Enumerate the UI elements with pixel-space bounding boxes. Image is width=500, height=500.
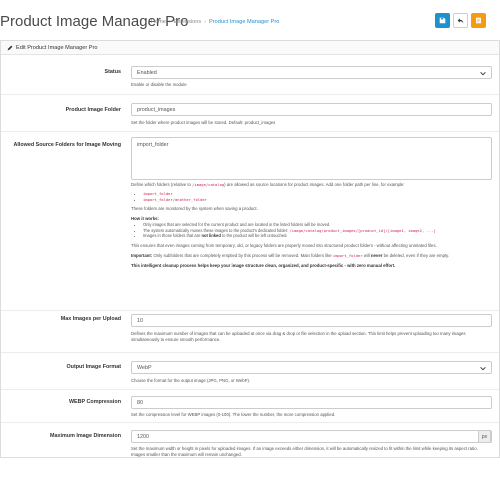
breadcrumb-home[interactable]: Home [151, 19, 166, 25]
breadcrumb-extensions[interactable]: Extensions [174, 19, 201, 25]
back-button[interactable] [453, 13, 468, 28]
settings-panel: Edit Product Image Manager Pro Status En… [0, 40, 500, 458]
export-icon [476, 17, 481, 24]
status-select[interactable]: Enabled [131, 66, 492, 79]
webp-input[interactable]: 80 [131, 396, 492, 409]
sources-value: import_folder [137, 142, 169, 148]
status-label: Status [104, 69, 121, 75]
breadcrumb-current[interactable]: Product Image Manager Pro [209, 19, 279, 25]
max-images-row: Max Images per Upload 10 Defines the max… [1, 311, 499, 353]
webp-label: WEBP Compression [68, 399, 121, 405]
format-label: Output Image Format [66, 364, 121, 370]
folder-row: Product Image Folder product_images Set … [1, 95, 499, 132]
panel-heading-text: Edit Product Image Manager Pro [16, 44, 98, 51]
chevron-down-icon [480, 366, 486, 371]
max-images-input[interactable]: 10 [131, 314, 492, 327]
sources-help: Define which folders (relative to /image… [131, 182, 492, 269]
sources-row: Allowed Source Folders for Image Moving … [1, 132, 499, 311]
px-addon: px [478, 430, 491, 443]
max-images-label: Max Images per Upload [60, 316, 121, 322]
format-help: Choose the format for the output image (… [131, 378, 251, 383]
format-select[interactable]: WebP [131, 361, 492, 374]
max-dim-value: 1200 [137, 433, 149, 440]
max-images-help: Defines the maximum number of images tha… [131, 331, 466, 342]
webp-value: 80 [137, 399, 143, 406]
how-item-3: Images in those folders that are not lin… [143, 233, 492, 239]
save-button[interactable] [435, 13, 450, 28]
folder-label: Product Image Folder [65, 107, 121, 113]
max-images-value: 10 [137, 317, 143, 324]
max-dim-input[interactable]: 1200 px [131, 430, 492, 443]
folder-help: Set the folder where product images will… [131, 120, 276, 125]
max-dim-help: Set the maximum width or height in pixel… [131, 446, 478, 457]
chevron-down-icon [480, 71, 486, 76]
important-text: Important: Only subfolders that are comp… [131, 252, 450, 258]
sources-intro: Define which folders (relative to /image… [131, 182, 405, 187]
max-dim-row: Maximum Image Dimension 1200 px Set the … [1, 423, 499, 459]
breadcrumb: Home › Extensions › Product Image Manager Pr… [151, 19, 280, 25]
folder-value: product_images [137, 106, 176, 113]
status-value: Enabled [137, 69, 157, 76]
reply-icon [457, 18, 464, 24]
status-row: Status Enabled Enable or disable the mod… [1, 55, 499, 95]
how-list: Only images that are selected for the cu… [131, 222, 492, 239]
sources-textarea[interactable]: import_folder [131, 137, 492, 180]
ensures-text: This ensures that even images coming fro… [131, 242, 437, 248]
closing-text: This intelligent cleanup process helps k… [131, 262, 396, 268]
example-item: import_folder/another_folder [143, 197, 492, 203]
pencil-icon [7, 45, 13, 51]
sources-label: Allowed Source Folders for Image Moving [13, 142, 121, 148]
webp-row: WEBP Compression 80 Set the compression … [1, 390, 499, 423]
webp-help: Set the compression level for WEBP image… [131, 412, 336, 417]
folder-input[interactable]: product_images [131, 103, 492, 116]
page-header: Product Image Manager Pro Home › Extension… [0, 0, 500, 40]
format-row: Output Image Format WebP Choose the form… [1, 353, 499, 390]
panel-heading: Edit Product Image Manager Pro [1, 41, 499, 55]
save-icon [439, 17, 446, 24]
max-dim-label: Maximum Image Dimension [50, 433, 121, 439]
monitored-text: These folders are monitored by the syste… [131, 206, 258, 212]
examples-list: import_folder import_folder/another_fold… [131, 191, 492, 202]
status-help: Enable or disable the module [131, 82, 187, 87]
format-value: WebP [137, 364, 152, 371]
export-button[interactable] [471, 13, 486, 28]
